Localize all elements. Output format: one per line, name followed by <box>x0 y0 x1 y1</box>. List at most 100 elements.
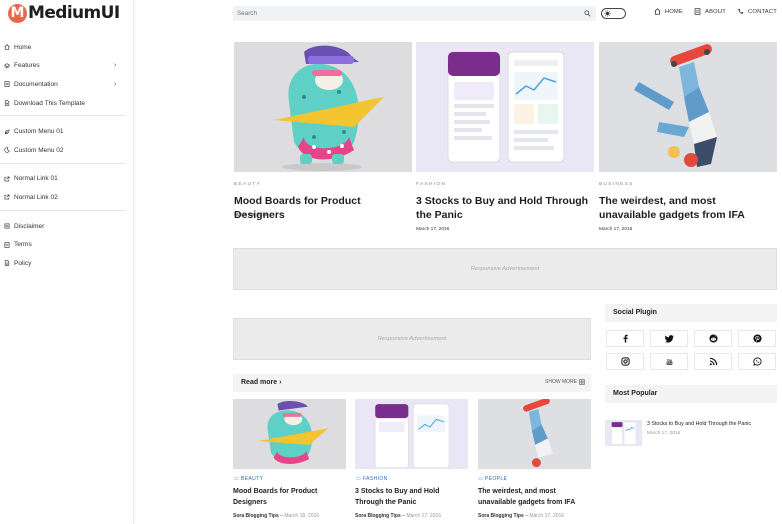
post-author[interactable]: Sora Blogging Tips <box>478 513 524 519</box>
ad-banner-middle[interactable]: Responsive Advertisement <box>233 318 591 360</box>
show-more-label: SHOW MORE <box>545 379 577 385</box>
post-category-label: PEOPLE <box>484 476 508 482</box>
show-more-button[interactable]: SHOW MORE <box>545 379 585 385</box>
post-meta-2: Sora Blogging Tips – March 17, 2016 <box>355 513 442 519</box>
post-image-2[interactable] <box>355 399 468 469</box>
read-more-title: Read more › <box>241 379 281 386</box>
skater-illustration <box>523 399 553 468</box>
site-logo[interactable]: M MediumUI <box>8 3 120 23</box>
sidebar: M MediumUI Home Features › Documentation… <box>0 0 134 524</box>
facebook-icon <box>623 334 628 343</box>
bear-surfer-illustration <box>258 400 329 464</box>
nav-label: CONTACT <box>748 8 777 15</box>
featured-category-2[interactable]: FASHION <box>416 182 446 187</box>
rss-button[interactable] <box>694 353 732 370</box>
youtube-icon: YouTube <box>666 358 672 365</box>
post-category-label: FASHION <box>362 476 388 482</box>
sidebar-item-label: Policy <box>14 259 32 267</box>
popular-post-title[interactable]: 3 Stocks to Buy and Hold Through the Pan… <box>647 421 751 427</box>
sidebar-item-documentation[interactable]: Documentation › <box>0 75 126 94</box>
popular-post-date: March 17, 2016 <box>647 431 681 436</box>
featured-category-3[interactable]: BUSINESS <box>599 182 634 187</box>
post-title-2[interactable]: 3 Stocks to Buy and Hold Through the Pan… <box>355 487 469 508</box>
post-image-1[interactable] <box>233 399 346 469</box>
read-more-title-text: Read more <box>241 379 278 386</box>
search-bar <box>233 6 596 21</box>
theme-toggle[interactable] <box>601 8 626 19</box>
post-title-1[interactable]: Mood Boards for Product Designers <box>233 487 347 508</box>
social-plugin-header: Social Plugin <box>605 304 777 322</box>
facebook-button[interactable] <box>606 330 644 347</box>
sidebar-item-label: Features <box>14 62 40 70</box>
post-title-3[interactable]: The weirdest, and most unavailable gadge… <box>478 487 592 508</box>
sidebar-item-label: Terms <box>14 241 32 249</box>
doc-icon <box>3 80 11 88</box>
post-category-label: BEAUTY <box>240 476 264 482</box>
sidebar-item-download[interactable]: Download This Template <box>0 94 126 113</box>
sidebar-item-custom-menu-02[interactable]: Custom Menu 02 <box>0 141 126 160</box>
post-category-3[interactable]: ▭ PEOPLE <box>478 476 507 482</box>
youtube-button[interactable]: You Tube <box>650 353 688 370</box>
featured-image-2[interactable] <box>416 42 594 172</box>
ad-banner-top[interactable]: Responsive Advertisement <box>233 248 777 290</box>
search-input[interactable] <box>237 6 577 21</box>
reddit-icon <box>708 334 718 343</box>
instagram-icon <box>620 357 630 366</box>
post-category-2[interactable]: ▭ FASHION <box>356 476 388 482</box>
most-popular-header: Most Popular <box>605 385 777 403</box>
sidebar-item-custom-menu-01[interactable]: Custom Menu 01 <box>0 122 126 141</box>
pinterest-button[interactable] <box>738 330 776 347</box>
skater-illustration <box>634 44 717 167</box>
nav-contact[interactable]: CONTACT <box>737 8 777 15</box>
whatsapp-icon <box>752 357 762 366</box>
sidebar-item-disclaimer[interactable]: Disclaimer <box>0 217 126 236</box>
whatsapp-button[interactable] <box>738 353 776 370</box>
list-icon <box>3 222 11 230</box>
search-icon[interactable] <box>584 10 591 17</box>
phone-icon <box>738 8 744 14</box>
featured-date-3: March 17, 2016 <box>599 227 633 232</box>
logo-badge: M <box>8 3 27 23</box>
featured-image-3[interactable] <box>599 42 777 172</box>
featured-category-1[interactable]: BEAUTY <box>234 182 261 187</box>
home-icon <box>654 8 661 15</box>
sidebar-item-features[interactable]: Features › <box>0 57 126 76</box>
post-image-3[interactable] <box>478 399 591 469</box>
sidebar-item-terms[interactable]: Terms <box>0 235 126 254</box>
dashboard-mockup-illustration <box>374 403 450 469</box>
post-meta-3: Sora Blogging Tips – March 17, 2016 <box>478 513 565 519</box>
top-navigation: HOME ABOUT CONTACT <box>654 8 777 15</box>
post-category-1[interactable]: ▭ BEAUTY <box>234 476 263 482</box>
sidebar-item-policy[interactable]: Policy <box>0 254 126 273</box>
sidebar-item-normal-link-01[interactable]: Normal Link 01 <box>0 170 126 189</box>
nav-about[interactable]: ABOUT <box>694 8 726 15</box>
download-icon <box>3 99 11 107</box>
featured-title-2[interactable]: 3 Stocks to Buy and Hold Through the Pan… <box>416 194 592 222</box>
sidebar-item-home[interactable]: Home <box>0 38 126 57</box>
post-author[interactable]: Sora Blogging Tips <box>355 513 401 519</box>
instagram-button[interactable] <box>606 353 644 370</box>
grid-icon <box>579 379 585 385</box>
sun-icon <box>604 10 611 17</box>
chevron-right-icon: › <box>114 62 117 70</box>
moon-icon <box>3 146 11 154</box>
social-plugin-title: Social Plugin <box>613 309 657 316</box>
read-more-arrow: › <box>279 379 282 386</box>
nav-label: ABOUT <box>705 8 726 15</box>
post-author[interactable]: Sora Blogging Tips <box>233 513 279 519</box>
popular-post-thumbnail[interactable] <box>605 420 642 446</box>
featured-title-3[interactable]: The weirdest, and most unavailable gadge… <box>599 194 775 222</box>
post-meta-1: Sora Blogging Tips – March 18, 2016 <box>233 513 320 519</box>
reddit-button[interactable] <box>694 330 732 347</box>
twitter-button[interactable] <box>650 330 688 347</box>
featured-image-1[interactable] <box>234 42 412 172</box>
doc-icon <box>694 8 701 15</box>
sidebar-item-label: Download This Template <box>14 99 85 107</box>
pinterest-icon <box>752 334 762 343</box>
menu-group-legal: Disclaimer Terms Policy <box>0 214 126 276</box>
layers-icon <box>3 62 11 70</box>
sidebar-item-normal-link-02[interactable]: Normal Link 02 <box>0 188 126 207</box>
logo-text: MediumUI <box>28 3 120 23</box>
read-more-header: Read more › SHOW MORE <box>233 374 591 392</box>
nav-home[interactable]: HOME <box>654 8 683 15</box>
